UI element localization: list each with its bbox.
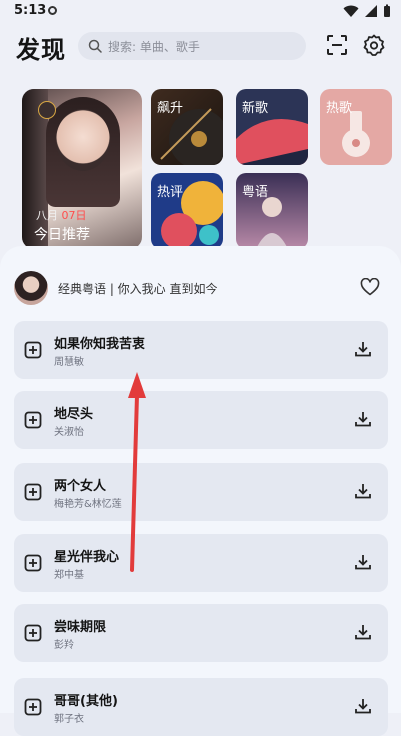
scan-icon[interactable] (326, 34, 348, 56)
daily-recommend-card[interactable]: 八月 07日 今日推荐 (22, 89, 142, 249)
status-icons (343, 4, 391, 18)
tile-cantonese[interactable]: 粤语 (236, 173, 308, 249)
song-artist: 郭子衣 (54, 714, 84, 725)
song-title: 哥哥(其他) (54, 694, 118, 709)
tile-hot-songs[interactable]: 热歌 (320, 89, 392, 165)
status-time: 5:13 (14, 3, 47, 18)
vip-diamond-icon (38, 101, 56, 119)
daily-label: 今日推荐 (34, 227, 90, 243)
add-to-queue-icon[interactable] (24, 483, 42, 501)
add-to-queue-icon[interactable] (24, 341, 42, 359)
discover-cards: 八月 07日 今日推荐 飙升 新歌 热歌 热评 粤语 (0, 86, 401, 256)
add-to-queue-icon[interactable] (24, 554, 42, 572)
playlist-sheet: 经典粤语 | 你入我心 直到如今 如果你知我苦衷周慧敏地尽头关淑怡两个女人梅艳芳… (0, 246, 401, 736)
song-row[interactable]: 哥哥(其他) 郭子衣 (14, 678, 388, 736)
song-artist: 周慧敏 (54, 357, 84, 368)
download-icon[interactable] (354, 340, 372, 358)
tile-new-songs[interactable]: 新歌 (236, 89, 308, 165)
search-input[interactable]: 搜索: 单曲、歌手 (78, 32, 306, 60)
song-title: 尝味期限 (54, 620, 107, 635)
song-artist: 关淑怡 (54, 427, 84, 438)
song-title: 星光伴我心 (54, 550, 120, 565)
download-icon[interactable] (354, 410, 372, 428)
page-title: 发现 (16, 36, 66, 64)
add-to-queue-icon[interactable] (24, 411, 42, 429)
search-placeholder: 搜索: 单曲、歌手 (108, 39, 200, 54)
song-title: 如果你知我苦衷 (54, 337, 146, 352)
playlist-avatar (14, 271, 48, 305)
add-to-queue-icon[interactable] (24, 698, 42, 716)
search-icon (88, 39, 102, 53)
song-title: 两个女人 (54, 479, 107, 494)
settings-gear-icon[interactable] (363, 34, 385, 56)
song-artist: 梅艳芳&林忆莲 (54, 499, 122, 510)
download-icon[interactable] (354, 553, 372, 571)
record-indicator-icon (48, 6, 57, 15)
download-icon[interactable] (354, 697, 372, 715)
playlist-title: 经典粤语 | 你入我心 直到如今 (58, 281, 218, 296)
favorite-heart-icon[interactable] (360, 278, 380, 296)
status-bar: 5:13 (0, 0, 401, 24)
tile-hot-comments[interactable]: 热评 (151, 173, 223, 249)
signal-icon (365, 5, 377, 17)
song-row[interactable]: 尝味期限 彭羚 (14, 604, 388, 662)
cover-art (56, 109, 110, 171)
song-row[interactable]: 星光伴我心 郑中基 (14, 534, 388, 592)
song-artist: 郑中基 (54, 570, 84, 581)
song-title: 地尽头 (54, 407, 94, 422)
battery-icon (384, 4, 390, 17)
song-row[interactable]: 如果你知我苦衷周慧敏 (14, 321, 388, 379)
download-icon[interactable] (354, 482, 372, 500)
download-icon[interactable] (354, 623, 372, 641)
daily-date: 八月 07日 (36, 209, 87, 222)
song-artist: 彭羚 (54, 640, 74, 651)
song-row[interactable]: 两个女人梅艳芳&林忆莲 (14, 463, 388, 521)
playlist-header: 经典粤语 | 你入我心 直到如今 (14, 268, 386, 308)
song-row[interactable]: 地尽头 关淑怡 (14, 391, 388, 449)
top-header: 发现 搜索: 单曲、歌手 (0, 26, 401, 66)
wifi-icon (343, 5, 359, 17)
tile-soaring[interactable]: 飙升 (151, 89, 223, 165)
add-to-queue-icon[interactable] (24, 624, 42, 642)
